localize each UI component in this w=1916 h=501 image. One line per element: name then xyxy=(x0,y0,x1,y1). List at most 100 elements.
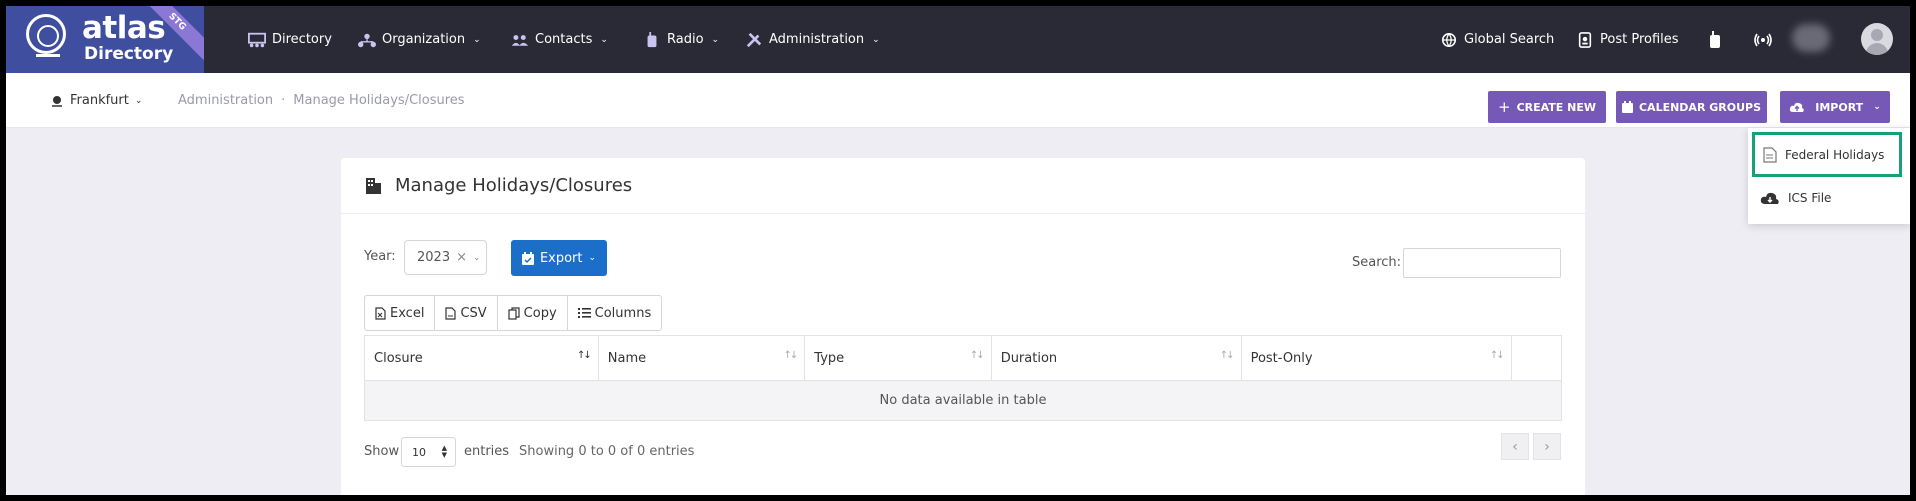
sort-icon: ↑↓ xyxy=(783,350,799,361)
year-select[interactable]: 2023 × ⌄ xyxy=(404,240,487,275)
chevron-down-icon: ⌄ xyxy=(600,34,608,45)
nav-administration-label: Administration xyxy=(769,32,865,47)
nav-organization[interactable]: Organization ⌄ xyxy=(358,6,481,73)
empty-table-message: No data available in table xyxy=(364,380,1562,421)
breadcrumb-current: Manage Holidays/Closures xyxy=(293,93,465,108)
radio-shortcut-button[interactable] xyxy=(1708,6,1722,73)
sort-icon: ↑↓ xyxy=(969,350,985,361)
calendar-groups-button[interactable]: CALENDAR GROUPS xyxy=(1616,91,1767,123)
clear-icon[interactable]: × xyxy=(456,250,467,265)
sort-icon: ↑↓ xyxy=(1219,350,1235,361)
location-globe-icon xyxy=(52,95,62,107)
breadcrumb-administration[interactable]: Administration xyxy=(178,93,273,108)
directory-icon xyxy=(248,32,266,47)
import-dropdown-menu: Federal Holidays ICS File xyxy=(1748,128,1910,224)
list-icon xyxy=(577,308,591,318)
columns-label: Columns xyxy=(594,305,652,321)
chevron-right-icon: › xyxy=(1544,438,1550,455)
logo-subtitle: Directory xyxy=(84,44,174,64)
contacts-icon xyxy=(511,34,529,46)
building-icon xyxy=(366,177,381,194)
column-label: Name xyxy=(607,350,647,366)
page-size-value: 10 xyxy=(412,445,426,459)
year-label: Year: xyxy=(364,249,396,264)
chevron-down-icon: ⌄ xyxy=(134,95,143,106)
document-icon xyxy=(1763,146,1777,163)
top-navbar: atlas Directory STG Directory Organizati… xyxy=(6,6,1910,73)
column-header-type[interactable]: Type ↑↓ xyxy=(804,335,992,381)
chevron-down-icon: ⌄ xyxy=(473,252,481,263)
copy-button[interactable]: Copy xyxy=(498,296,568,330)
organization-icon xyxy=(358,33,376,47)
create-new-label: CREATE NEW xyxy=(1516,100,1596,114)
card-header: Manage Holidays/Closures xyxy=(341,158,1585,214)
table-info: Showing 0 to 0 of 0 entries xyxy=(519,444,695,459)
column-header-name[interactable]: Name ↑↓ xyxy=(597,335,806,381)
search-input[interactable] xyxy=(1403,248,1561,278)
excel-file-icon xyxy=(375,306,386,320)
avatar[interactable] xyxy=(1861,23,1893,55)
excel-label: Excel xyxy=(390,305,425,321)
chevron-left-icon: ‹ xyxy=(1512,438,1518,455)
column-label: Post-Only xyxy=(1250,350,1313,366)
csv-button[interactable]: CSV xyxy=(435,296,498,330)
tools-icon xyxy=(746,32,762,47)
chevron-down-icon: ⌄ xyxy=(711,34,720,45)
location-label: Frankfurt xyxy=(70,93,129,108)
sort-arrows-icon: ▲ ▼ xyxy=(441,444,447,459)
nav-directory[interactable]: Directory xyxy=(248,6,332,73)
table-row: No data available in table xyxy=(364,380,1562,421)
column-header-closure[interactable]: Closure ↑↓ xyxy=(364,335,599,381)
columns-button[interactable]: Columns xyxy=(568,296,662,330)
logo-globe-icon xyxy=(26,14,66,54)
global-search-label: Global Search xyxy=(1464,32,1555,47)
page-title: Manage Holidays/Closures xyxy=(395,175,633,196)
post-profiles-label: Post Profiles xyxy=(1600,32,1679,47)
global-search-link[interactable]: Global Search xyxy=(1440,6,1554,73)
chevron-down-icon: ⌄ xyxy=(588,253,597,263)
previous-page-button[interactable]: ‹ xyxy=(1501,433,1529,460)
nav-directory-label: Directory xyxy=(272,32,332,47)
chevron-down-icon: ⌄ xyxy=(1873,102,1881,112)
menu-item-ics-file[interactable]: ICS File xyxy=(1760,180,1831,216)
app-frame: atlas Directory STG Directory Organizati… xyxy=(6,6,1910,495)
next-page-button[interactable]: › xyxy=(1533,433,1561,460)
column-header-duration[interactable]: Duration ↑↓ xyxy=(990,335,1242,381)
csv-file-icon xyxy=(445,306,457,320)
signal-icon xyxy=(1754,33,1772,46)
logo-stand-icon xyxy=(36,54,60,64)
menu-item-federal-holidays[interactable]: Federal Holidays xyxy=(1752,132,1902,177)
create-new-button[interactable]: + CREATE NEW xyxy=(1488,91,1606,123)
csv-label: CSV xyxy=(460,305,487,321)
breadcrumb-separator: · xyxy=(281,93,286,108)
show-label: Show xyxy=(364,444,400,459)
nav-radio-label: Radio xyxy=(667,32,704,47)
import-button[interactable]: IMPORT ⌄ xyxy=(1780,91,1890,123)
export-button[interactable]: Export ⌄ xyxy=(511,240,607,276)
page-size-select[interactable]: 10 ▲ ▼ xyxy=(401,437,456,467)
column-header-post-only[interactable]: Post-Only ↑↓ xyxy=(1240,335,1512,381)
sort-icon: ↑↓ xyxy=(1489,350,1505,361)
globe-icon xyxy=(1441,32,1457,47)
chevron-down-icon: ⌄ xyxy=(473,34,481,45)
id-badge-icon xyxy=(1578,31,1592,48)
nav-radio[interactable]: Radio ⌄ xyxy=(643,6,719,73)
location-selector[interactable]: Frankfurt ⌄ xyxy=(50,73,142,128)
cloud-download-icon xyxy=(1760,192,1779,204)
nav-contacts-label: Contacts xyxy=(535,32,593,47)
nav-contacts[interactable]: Contacts ⌄ xyxy=(511,6,608,73)
plus-icon: + xyxy=(1498,98,1511,116)
nav-administration[interactable]: Administration ⌄ xyxy=(745,6,880,73)
post-profiles-link[interactable]: Post Profiles xyxy=(1576,6,1679,73)
export-toolbar: Excel CSV Copy Columns xyxy=(364,295,663,331)
excel-button[interactable]: Excel xyxy=(365,296,436,330)
search-label: Search: xyxy=(1352,255,1402,270)
blurred-user-name xyxy=(1792,24,1830,52)
walkie-talkie-icon xyxy=(1710,30,1720,48)
atlas-logo[interactable]: atlas Directory STG xyxy=(6,6,204,73)
column-label: Type xyxy=(814,350,845,366)
calendar-icon xyxy=(1621,101,1633,113)
column-header-actions xyxy=(1510,335,1563,381)
signal-button[interactable] xyxy=(1754,6,1772,73)
menu-item-label: Federal Holidays xyxy=(1785,147,1885,162)
